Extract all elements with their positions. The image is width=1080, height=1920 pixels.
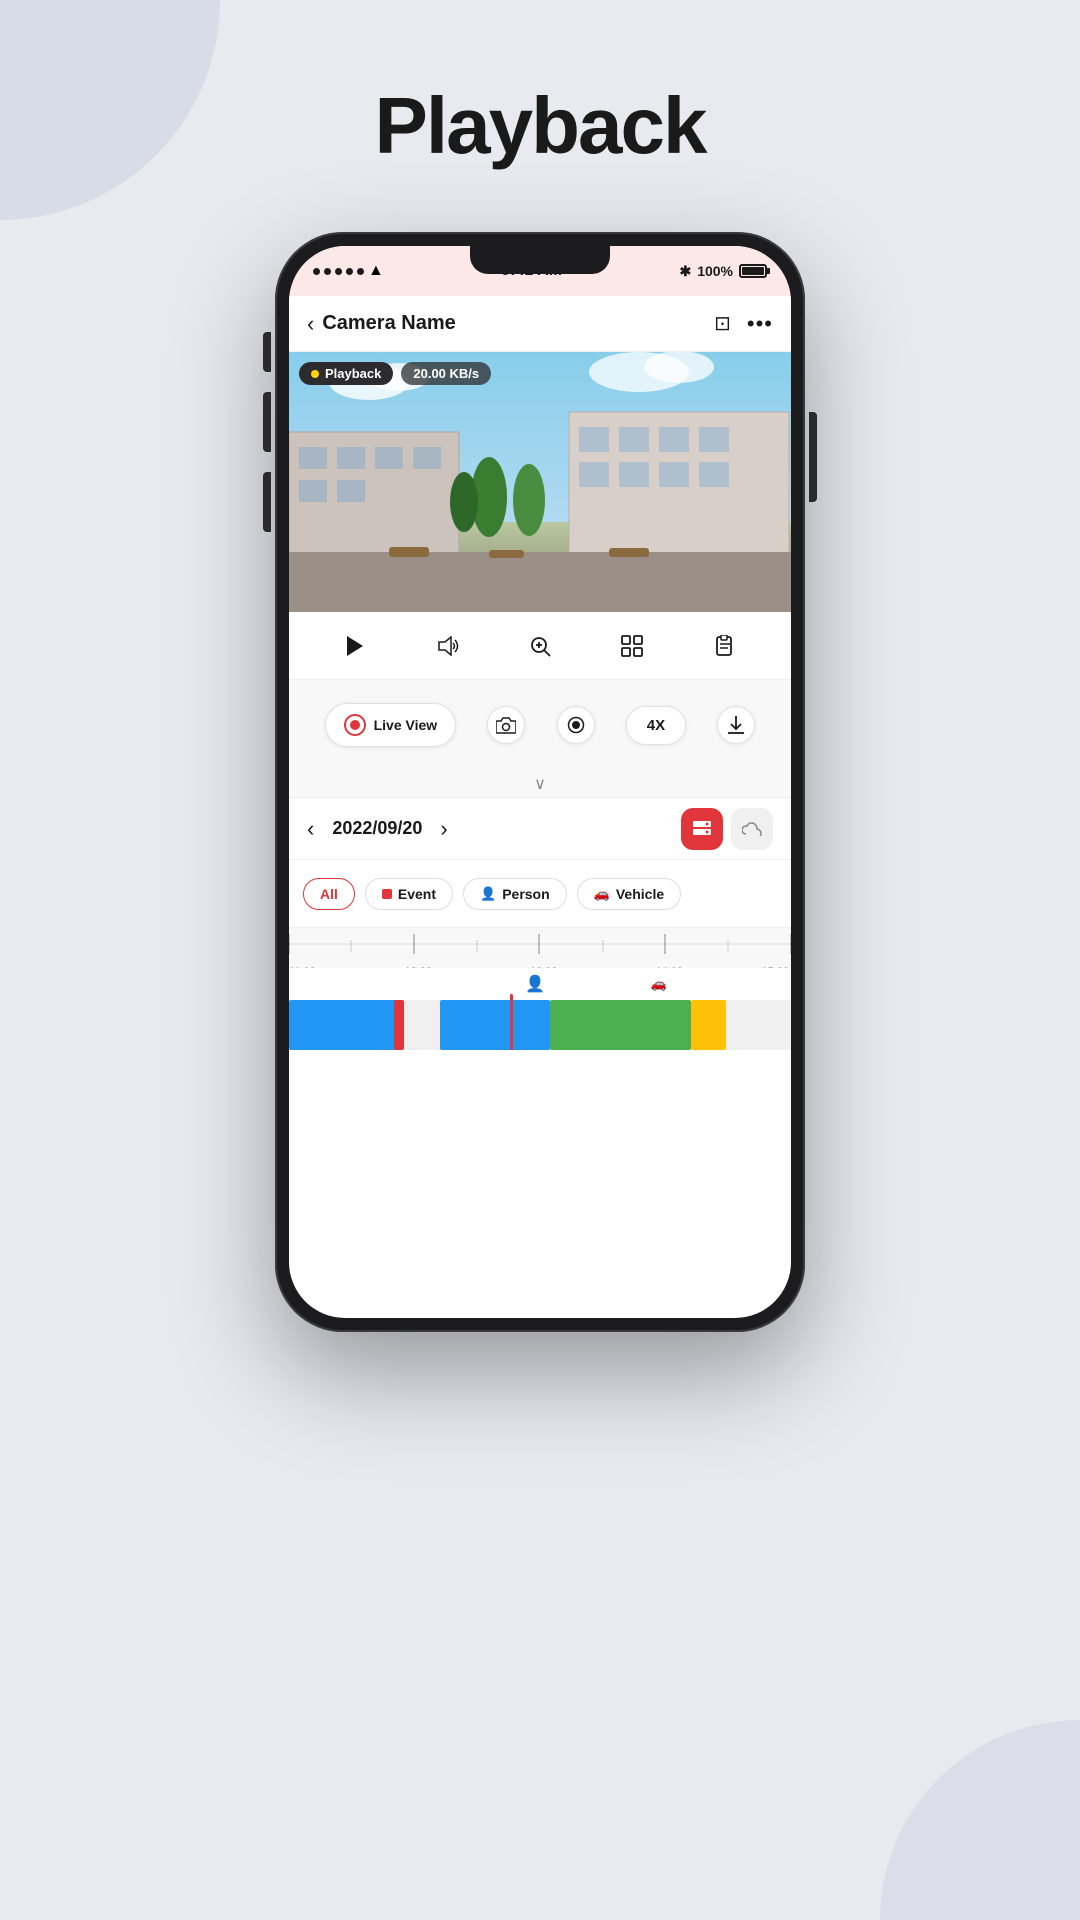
controls-bar [289, 612, 791, 680]
phone-screen: ▲ 9:41 AM ✱ 100% ‹ Camera Name ⊡ ••• [289, 246, 791, 1318]
filter-event[interactable]: Event [365, 878, 453, 910]
live-view-icon [344, 714, 366, 736]
clip-button[interactable] [703, 624, 747, 668]
current-date: 2022/09/20 [332, 818, 422, 839]
timeline-ruler: 11:00 12:00 13:00 14:00 15:00 [289, 928, 791, 968]
signal-dot-5 [357, 268, 364, 275]
header-title: Camera Name [322, 312, 455, 335]
filter-row: All Event 👤 Person 🚗 Vehicle [289, 860, 791, 928]
filter-event-label: Event [398, 886, 436, 902]
play-button[interactable] [333, 624, 377, 668]
action-row: Live View 4X [289, 680, 791, 770]
live-view-label: Live View [374, 717, 438, 733]
grid-button[interactable] [610, 624, 654, 668]
header-left: ‹ Camera Name [307, 311, 456, 337]
date-nav-controls: ‹ 2022/09/20 › [307, 816, 448, 842]
camera-scene [289, 352, 791, 612]
filter-vehicle-label: Vehicle [616, 886, 664, 902]
date-navigation: ‹ 2022/09/20 › [289, 798, 791, 860]
screenshot-button[interactable] [487, 706, 525, 744]
filter-all[interactable]: All [303, 878, 355, 910]
volume-down-button[interactable] [263, 472, 271, 532]
next-date-button[interactable]: › [440, 816, 447, 842]
timeline-bar-green [550, 1000, 691, 1050]
download-button[interactable] [717, 706, 755, 744]
playback-label: Playback [325, 366, 381, 381]
person-icon: 👤 [480, 886, 496, 902]
phone-frame: ▲ 9:41 AM ✱ 100% ‹ Camera Name ⊡ ••• [275, 232, 805, 1332]
timeline-events-icons: 👤 🚗 [289, 968, 791, 1000]
person-event-icon: 👤 [525, 974, 545, 994]
back-button[interactable]: ‹ [307, 311, 314, 337]
playback-badge: Playback [299, 362, 393, 385]
timeline-bar-blue-1 [289, 1000, 399, 1050]
header-right: ⊡ ••• [714, 311, 773, 337]
playback-dot [311, 370, 319, 378]
timeline-cursor: 13:20:24 [510, 994, 513, 1050]
timeline-bar-yellow [691, 1000, 726, 1050]
signal-dot-2 [324, 268, 331, 275]
local-storage-button[interactable] [681, 808, 723, 850]
scene-svg [289, 352, 791, 612]
record-button[interactable] [557, 706, 595, 744]
vehicle-icon: 🚗 [594, 886, 610, 902]
signal-dot-1 [313, 268, 320, 275]
camera-feed: Playback 20.00 KB/s [289, 352, 791, 612]
volume-button[interactable] [426, 624, 470, 668]
live-view-button[interactable]: Live View [325, 703, 457, 747]
add-camera-icon[interactable]: ⊡ [714, 311, 731, 336]
silent-switch [263, 332, 271, 372]
speed-label: 4X [647, 717, 665, 734]
signal-dot-3 [335, 268, 342, 275]
chevron-down-icon: ∨ [534, 774, 546, 794]
timeline-bar-blue-2 [440, 1000, 550, 1050]
volume-up-button[interactable] [263, 392, 271, 452]
filter-person-label: Person [502, 886, 549, 902]
bluetooth-icon: ✱ [679, 263, 691, 280]
bg-decoration-br [880, 1720, 1080, 1920]
camera-icon [496, 716, 516, 734]
filter-vehicle[interactable]: 🚗 Vehicle [577, 878, 681, 910]
record-icon [567, 716, 585, 734]
filter-person[interactable]: 👤 Person [463, 878, 567, 910]
battery-icon [739, 264, 767, 278]
timeline-area[interactable]: 11:00 12:00 13:00 14:00 15:00 👤 🚗 [289, 928, 791, 1050]
vehicle-event-icon: 🚗 [650, 976, 666, 992]
battery-fill [742, 267, 764, 275]
prev-date-button[interactable]: ‹ [307, 816, 314, 842]
filter-all-label: All [320, 886, 338, 902]
live-view-inner [350, 720, 360, 730]
battery-pct: 100% [697, 263, 733, 279]
wifi-icon: ▲ [368, 262, 384, 280]
page-title: Playback [375, 80, 706, 172]
status-left: ▲ [313, 262, 384, 280]
storage-buttons [681, 808, 773, 850]
cloud-storage-button[interactable] [731, 808, 773, 850]
timeline-bars[interactable]: 13:20:24 [289, 1000, 791, 1050]
more-options-icon[interactable]: ••• [747, 311, 773, 337]
event-dot-icon [382, 889, 392, 899]
speed-badge: 20.00 KB/s [401, 362, 491, 385]
app-header: ‹ Camera Name ⊡ ••• [289, 296, 791, 352]
notch [470, 246, 610, 274]
timeline-bar-red [394, 1000, 404, 1050]
chevron-row[interactable]: ∨ [289, 770, 791, 798]
signal-dot-4 [346, 268, 353, 275]
status-right: ✱ 100% [679, 263, 767, 280]
feed-badges: Playback 20.00 KB/s [299, 362, 491, 385]
timeline-ticks-svg [289, 928, 791, 964]
bg-decoration-tl [0, 0, 220, 220]
zoom-in-button[interactable] [518, 624, 562, 668]
power-button[interactable] [809, 412, 817, 502]
speed-button[interactable]: 4X [626, 706, 686, 745]
download-icon [727, 715, 745, 735]
